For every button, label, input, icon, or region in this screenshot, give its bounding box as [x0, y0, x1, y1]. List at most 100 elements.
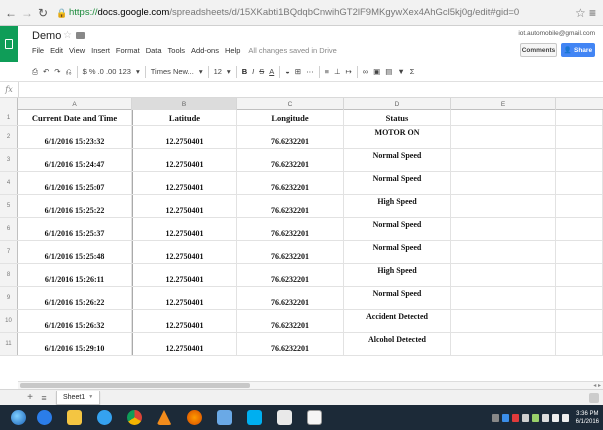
empty-cell[interactable]	[451, 333, 556, 355]
row-header[interactable]: 1	[0, 110, 18, 125]
italic-button[interactable]: I	[252, 67, 254, 76]
empty-cell[interactable]	[451, 218, 556, 240]
comments-button[interactable]: Comments	[520, 43, 557, 57]
cell-longitude[interactable]: 76.6232201	[237, 333, 344, 355]
volume-icon[interactable]	[561, 413, 569, 422]
empty-cell[interactable]	[556, 149, 603, 171]
browser-menu-icon[interactable]: ≡	[589, 6, 599, 20]
vlc-icon[interactable]	[152, 405, 176, 430]
cell-latitude[interactable]: 12.2750401	[132, 172, 237, 194]
strikethrough-button[interactable]: S	[259, 67, 264, 76]
cell-latitude[interactable]: 12.2750401	[132, 149, 237, 171]
print-icon[interactable]: ⎙	[32, 67, 38, 77]
empty-cell[interactable]	[451, 264, 556, 286]
empty-cell[interactable]	[451, 287, 556, 309]
cell-status[interactable]: Normal Speed	[344, 172, 451, 194]
insert-chart-icon[interactable]: ▤	[385, 67, 392, 76]
empty-cell[interactable]	[556, 310, 603, 332]
explore-icon[interactable]	[589, 393, 599, 403]
redo-icon[interactable]: ↷	[54, 67, 60, 76]
row-header[interactable]: 10	[0, 310, 18, 332]
undo-icon[interactable]: ↶	[43, 67, 49, 76]
column-header-c[interactable]: C	[237, 98, 344, 110]
chevron-down-icon[interactable]: ▾	[199, 67, 203, 76]
empty-cell[interactable]	[556, 287, 603, 309]
cell-longitude[interactable]: 76.6232201	[237, 172, 344, 194]
ie-icon[interactable]	[32, 405, 56, 430]
merge-cells-icon[interactable]: ⋯	[306, 67, 314, 76]
cell-latitude[interactable]: 12.2750401	[132, 218, 237, 240]
empty-cell[interactable]	[451, 172, 556, 194]
cell-datetime[interactable]: 6/1/2016 15:26:11	[18, 264, 132, 286]
clock[interactable]: 3:36 PM 6/1/2016	[576, 410, 599, 426]
chevron-down-icon[interactable]: ▾	[227, 67, 231, 76]
chevron-down-icon[interactable]: ▼	[88, 394, 93, 400]
cell-longitude[interactable]: 76.6232201	[237, 149, 344, 171]
text-wrap-icon[interactable]: ↦	[346, 67, 352, 76]
empty-cell[interactable]	[451, 241, 556, 263]
formula-input[interactable]	[18, 81, 603, 98]
row-header[interactable]: 4	[0, 172, 18, 194]
cell-status[interactable]: Accident Detected	[344, 310, 451, 332]
sheets-logo-icon[interactable]	[0, 26, 18, 62]
all-sheets-icon[interactable]: ≡	[38, 393, 50, 403]
folder-icon[interactable]	[212, 405, 236, 430]
empty-cell[interactable]	[451, 310, 556, 332]
menu-addons[interactable]: Add-ons	[191, 46, 219, 55]
col-header-time[interactable]: Current Date and Time	[18, 110, 132, 125]
cell-longitude[interactable]: 76.6232201	[237, 310, 344, 332]
row-header[interactable]: 2	[0, 126, 18, 148]
row-header[interactable]: 5	[0, 195, 18, 217]
chevron-down-icon[interactable]: ▾	[136, 67, 140, 76]
sheet-tab[interactable]: Sheet1 ▼	[56, 390, 101, 405]
cell-latitude[interactable]: 12.2750401	[132, 241, 237, 263]
bookmark-star-icon[interactable]: ☆	[575, 6, 589, 20]
row-header[interactable]: 6	[0, 218, 18, 240]
cell-status[interactable]: Normal Speed	[344, 241, 451, 263]
column-header-d[interactable]: D	[344, 98, 451, 110]
cell-datetime[interactable]: 6/1/2016 15:23:32	[18, 126, 132, 148]
bold-button[interactable]: B	[242, 67, 247, 76]
menu-insert[interactable]: Insert	[91, 46, 110, 55]
row-header[interactable]: 9	[0, 287, 18, 309]
cell-status[interactable]: Normal Speed	[344, 287, 451, 309]
menu-format[interactable]: Format	[116, 46, 140, 55]
share-button[interactable]: 👤 Share	[561, 43, 595, 57]
tray-app-icon-2[interactable]	[521, 413, 529, 422]
empty-cell[interactable]	[451, 110, 556, 125]
account-email[interactable]: iot.automobile@gmail.com	[518, 30, 595, 37]
insert-link-icon[interactable]: ∞	[363, 67, 368, 76]
explorer-icon[interactable]	[62, 405, 86, 430]
menu-tools[interactable]: Tools	[168, 46, 186, 55]
cell-datetime[interactable]: 6/1/2016 15:26:22	[18, 287, 132, 309]
cell-longitude[interactable]: 76.6232201	[237, 264, 344, 286]
col-header-longitude[interactable]: Longitude	[237, 110, 344, 125]
cell-latitude[interactable]: 12.2750401	[132, 126, 237, 148]
select-all-corner[interactable]	[0, 98, 18, 110]
col-header-latitude[interactable]: Latitude	[132, 110, 237, 125]
add-sheet-icon[interactable]: +	[24, 392, 36, 403]
tray-app-icon-3[interactable]	[531, 413, 539, 422]
skype-icon[interactable]	[242, 405, 266, 430]
cell-datetime[interactable]: 6/1/2016 15:26:32	[18, 310, 132, 332]
row-header[interactable]: 11	[0, 333, 18, 355]
insert-comment-icon[interactable]: ▣	[373, 67, 380, 76]
start-button[interactable]	[8, 405, 28, 430]
filter-icon[interactable]: ▼	[397, 67, 404, 76]
network-icon[interactable]	[551, 413, 559, 422]
paint-icon[interactable]	[272, 405, 296, 430]
empty-cell[interactable]	[556, 110, 603, 125]
star-icon[interactable]: ☆	[63, 30, 72, 41]
row-header[interactable]: 3	[0, 149, 18, 171]
back-icon[interactable]: ←	[4, 4, 18, 22]
empty-cell[interactable]	[556, 126, 603, 148]
folder-icon[interactable]	[76, 32, 85, 39]
empty-cell[interactable]	[556, 241, 603, 263]
col-header-status[interactable]: Status	[344, 110, 451, 125]
cell-status[interactable]: Normal Speed	[344, 149, 451, 171]
font-size-select[interactable]: 12	[214, 67, 222, 76]
font-family-select[interactable]: Times New...	[151, 67, 194, 76]
fill-color-icon[interactable]: ◒	[285, 67, 290, 76]
text-color-button[interactable]: A	[269, 67, 274, 76]
pdf-icon[interactable]	[302, 405, 326, 430]
